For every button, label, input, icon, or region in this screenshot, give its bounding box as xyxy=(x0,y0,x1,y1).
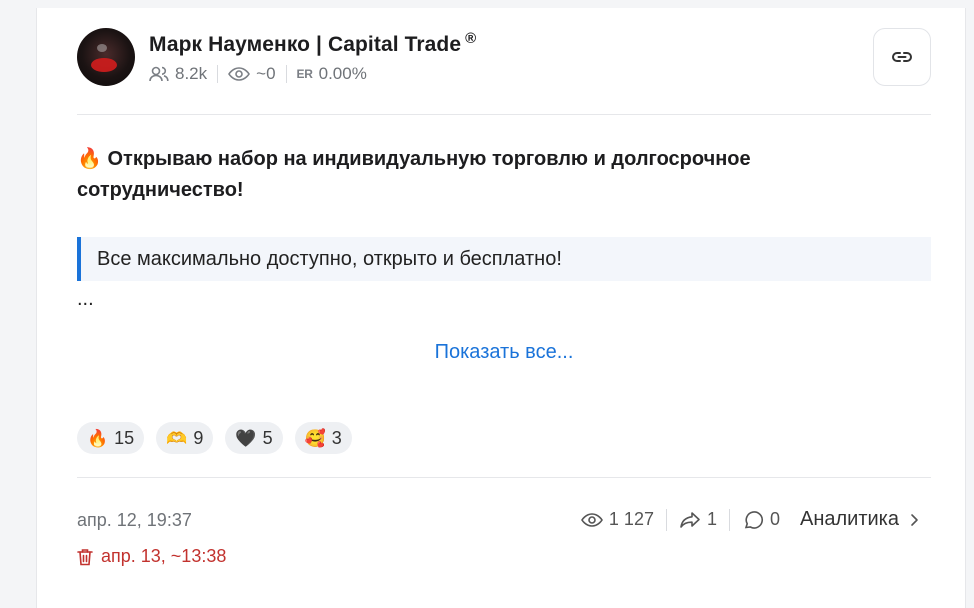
users-icon xyxy=(149,66,169,82)
footer-shares: 1 xyxy=(679,509,717,530)
show-all-link[interactable]: Показать все... xyxy=(37,341,971,364)
share-icon xyxy=(680,511,700,528)
deleted-date-text: апр. 13, ~13:38 xyxy=(101,546,227,566)
fire-icon: 🔥 xyxy=(87,428,109,448)
er-stat: ER 0.00% xyxy=(297,64,367,84)
post-quote-text: Все максимально доступно, открыто и бесп… xyxy=(97,247,562,270)
reaction-heart-hands[interactable]: 🫶 9 xyxy=(156,422,214,454)
post-headline: 🔥 Открываю набор на индивидуальную торго… xyxy=(77,144,837,206)
er-value: 0.00% xyxy=(318,64,367,83)
link-icon xyxy=(892,52,912,62)
views-count: ~0 xyxy=(256,64,276,83)
copy-link-button[interactable] xyxy=(873,28,931,86)
header-divider xyxy=(77,114,931,115)
black-heart-icon: 🖤 xyxy=(235,428,257,448)
stats-divider xyxy=(217,65,219,83)
reaction-black-heart[interactable]: 🖤 5 xyxy=(225,422,283,454)
reaction-count: 9 xyxy=(193,427,204,448)
post-card: Марк Науменко | Capital Trade ® 8.2k ~0 E… xyxy=(36,8,966,608)
stats-divider xyxy=(285,65,287,83)
post-footer-stats: 1 127 1 0 Аналитика xyxy=(580,508,919,531)
footer-divider xyxy=(77,477,931,478)
fire-emoji-icon: 🔥 xyxy=(77,148,102,170)
comment-icon xyxy=(744,510,763,529)
eye-icon xyxy=(228,67,251,81)
post-ellipsis: ... xyxy=(77,288,94,310)
subscribers-count: 8.2k xyxy=(175,64,208,83)
footer-divider-v xyxy=(728,508,730,531)
footer-divider-v xyxy=(665,508,667,531)
reaction-count: 5 xyxy=(262,427,273,448)
channel-name-text[interactable]: Марк Науменко | Capital Trade xyxy=(149,33,461,56)
subscribers-stat: 8.2k xyxy=(149,64,207,84)
channel-avatar[interactable] xyxy=(77,28,135,86)
reaction-count: 15 xyxy=(114,427,135,448)
channel-stats: 8.2k ~0 ER 0.00% xyxy=(149,64,367,84)
trash-icon xyxy=(77,548,93,565)
smiling-hearts-icon: 🥰 xyxy=(304,428,326,448)
deleted-date: апр. 13, ~13:38 xyxy=(77,546,226,567)
footer-views-count: 1 127 xyxy=(608,509,654,529)
analytics-link[interactable]: Аналитика xyxy=(800,508,919,531)
post-date: апр. 12, 19:37 xyxy=(77,510,192,530)
views-stat: ~0 xyxy=(228,64,276,84)
chevron-right-icon xyxy=(911,513,918,526)
heart-hands-icon: 🫶 xyxy=(166,428,188,448)
registered-badge: ® xyxy=(465,30,477,47)
er-icon: ER xyxy=(296,67,313,81)
post-headline-text: Открываю набор на индивидуальную торговл… xyxy=(77,148,751,201)
analytics-label[interactable]: Аналитика xyxy=(800,508,899,531)
footer-comments-count: 0 xyxy=(769,509,780,529)
reaction-smiling-hearts[interactable]: 🥰 3 xyxy=(294,422,352,454)
reactions-bar: 🔥 15 🫶 9 🖤 5 🥰 3 xyxy=(77,422,352,454)
eye-icon xyxy=(580,512,603,527)
post-quote: Все максимально доступно, открыто и бесп… xyxy=(77,237,931,281)
channel-name[interactable]: Марк Науменко | Capital Trade ® xyxy=(149,30,476,57)
footer-shares-count: 1 xyxy=(706,509,717,529)
reaction-count: 3 xyxy=(331,427,342,448)
footer-comments: 0 xyxy=(742,509,780,530)
footer-views: 1 127 xyxy=(580,509,654,530)
reaction-fire[interactable]: 🔥 15 xyxy=(77,422,145,454)
